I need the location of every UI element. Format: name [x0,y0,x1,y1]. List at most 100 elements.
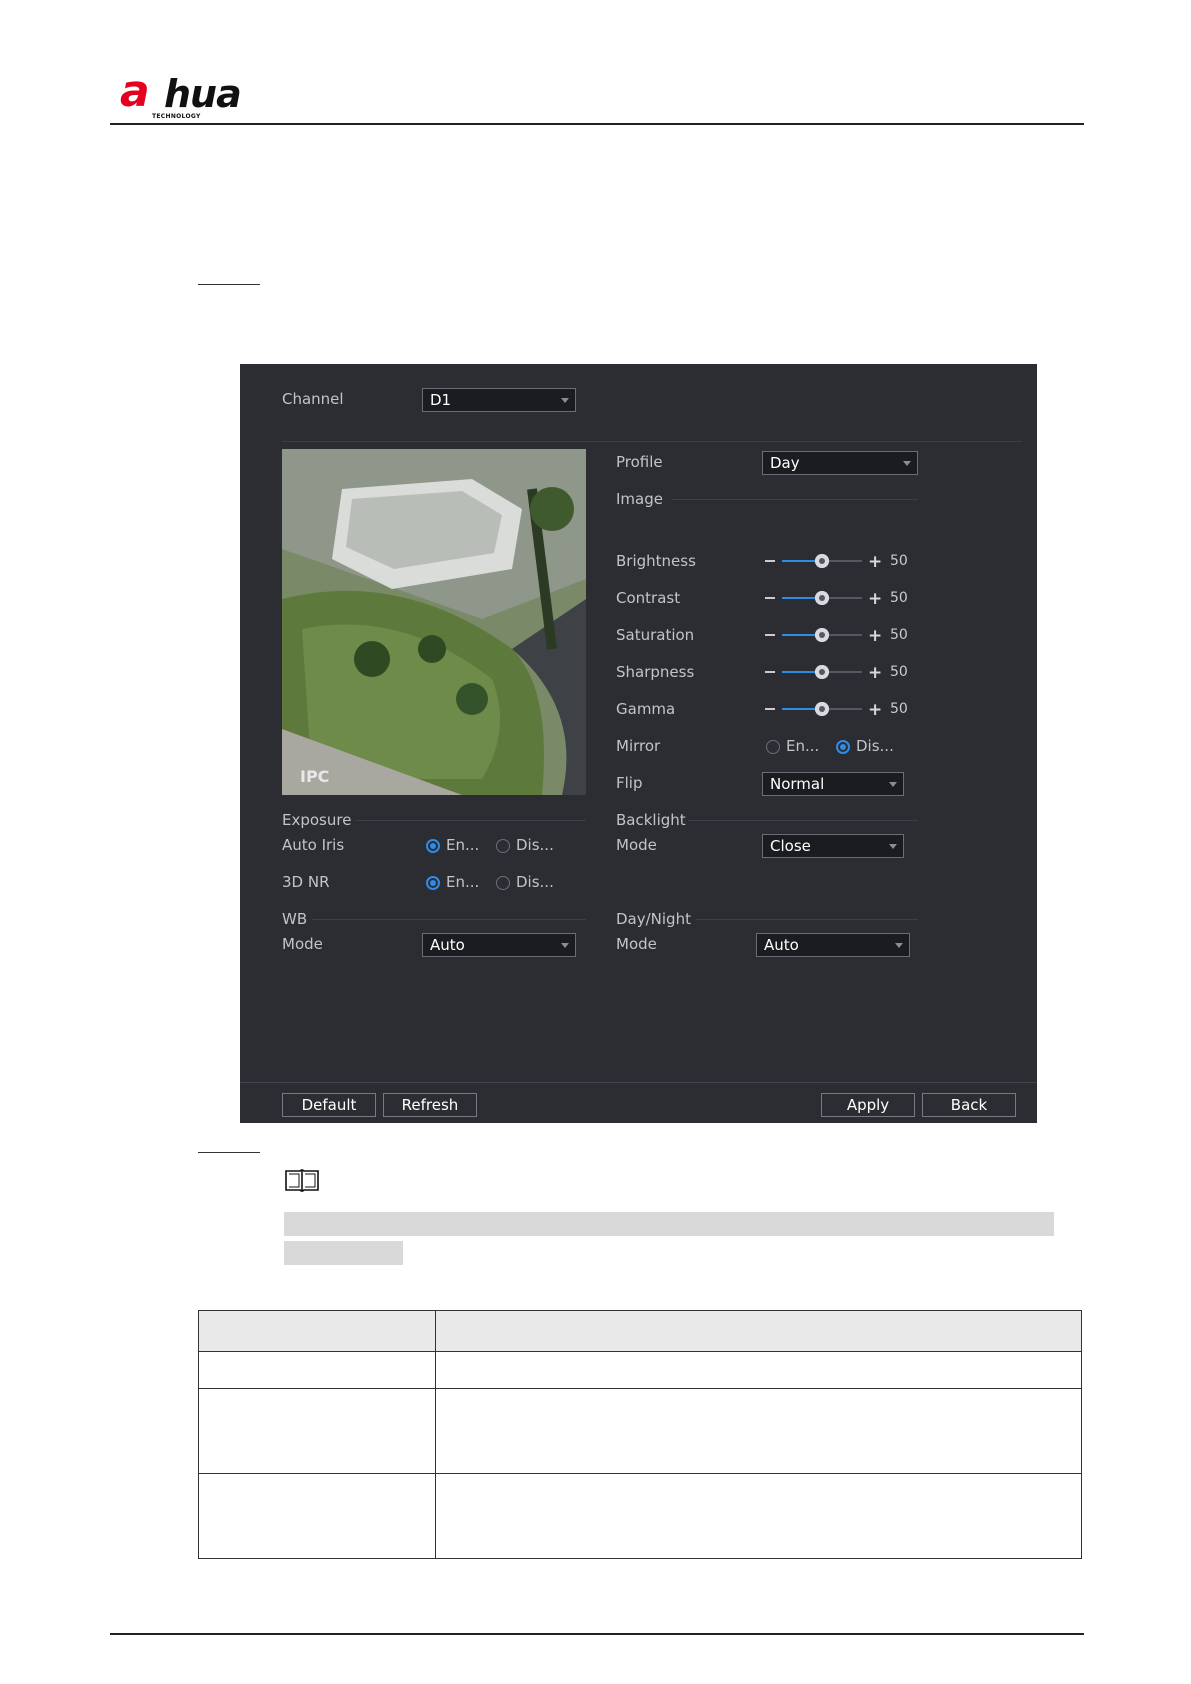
button-bar: Default Refresh Apply Back [240,1082,1037,1123]
image-settings-screen: Channel D1 IPC Profile Day Image Brightn… [240,364,1037,1123]
chevron-down-icon [895,943,903,948]
backlight-mode-value: Close [770,837,811,855]
contrast-value: 50 [890,590,908,606]
chevron-down-icon [889,844,897,849]
minus-icon[interactable] [765,634,775,636]
channel-label: Channel [282,390,344,408]
sharpness-value: 50 [890,664,908,680]
saturation-slider[interactable]: +50 [762,626,912,646]
daynight-section-line [696,919,918,920]
auto-iris-disable-label: Dis... [516,836,554,854]
parameter-table [198,1310,1082,1559]
flip-dropdown[interactable]: Normal [762,772,904,796]
3dnr-enable-radio[interactable] [426,876,440,890]
dahua-logo: a hua TECHNOLOGY [120,66,260,120]
logo-letter-a: a [120,66,150,117]
minus-icon[interactable] [765,708,775,710]
slider-handle[interactable] [815,554,829,568]
backlight-section-label: Backlight [616,811,686,829]
3dnr-disable-label: Dis... [516,873,554,891]
wb-mode-dropdown[interactable]: Auto [422,933,576,957]
mirror-disable-label: Dis... [856,737,894,755]
daynight-mode-value: Auto [764,936,799,954]
preview-overlay-label: IPC [300,767,330,786]
chevron-down-icon [903,461,911,466]
saturation-value: 50 [890,627,908,643]
plus-icon[interactable]: + [868,626,882,646]
channel-value: D1 [430,391,452,409]
daynight-mode-dropdown[interactable]: Auto [756,933,910,957]
logo-wordmark: hua [164,72,242,116]
image-section-line [672,499,918,500]
brightness-value: 50 [890,553,908,569]
wb-mode-label: Mode [282,935,323,953]
table-row [198,1351,1082,1389]
table-cell [435,1388,1082,1474]
plus-icon[interactable]: + [868,663,882,683]
wb-section-label: WB [282,910,308,928]
exposure-section-line [356,820,586,821]
plus-icon[interactable]: + [868,700,882,720]
auto-iris-disable-radio[interactable] [496,839,510,853]
backlight-mode-dropdown[interactable]: Close [762,834,904,858]
note-highlight-line-1 [284,1212,1054,1236]
image-section-label: Image [616,490,663,508]
logo-subtitle: TECHNOLOGY [152,113,201,120]
gamma-label: Gamma [616,700,676,718]
profile-dropdown[interactable]: Day [762,451,918,475]
brightness-label: Brightness [616,552,696,570]
backlight-mode-label: Mode [616,836,657,854]
sharpness-slider[interactable]: +50 [762,663,912,683]
header-rule [110,123,1084,125]
auto-iris-enable-label: En... [446,836,480,854]
flip-label: Flip [616,774,643,792]
flip-value: Normal [770,775,825,793]
preview-image [282,449,586,795]
table-cell [198,1351,436,1389]
table-row [198,1473,1082,1559]
mirror-disable-radio[interactable] [836,740,850,754]
gamma-slider[interactable]: +50 [762,700,912,720]
contrast-slider[interactable]: +50 [762,589,912,609]
backlight-section-line [688,820,918,821]
table-cell [435,1473,1082,1559]
top-separator [282,441,1022,442]
book-icon [284,1168,320,1194]
sharpness-label: Sharpness [616,663,695,681]
contrast-label: Contrast [616,589,681,607]
table-row [198,1388,1082,1474]
table-header-cell [198,1310,436,1352]
minus-icon[interactable] [765,671,775,673]
plus-icon[interactable]: + [868,589,882,609]
camera-preview: IPC [282,449,586,795]
step-marker-line [198,284,260,285]
apply-button[interactable]: Apply [821,1093,915,1117]
auto-iris-enable-radio[interactable] [426,839,440,853]
saturation-label: Saturation [616,626,695,644]
mirror-enable-radio[interactable] [766,740,780,754]
refresh-button[interactable]: Refresh [383,1093,477,1117]
plus-icon[interactable]: + [868,552,882,572]
slider-handle[interactable] [815,702,829,716]
3dnr-enable-label: En... [446,873,480,891]
channel-dropdown[interactable]: D1 [422,388,576,412]
back-button[interactable]: Back [922,1093,1016,1117]
default-button[interactable]: Default [282,1093,376,1117]
daynight-section-label: Day/Night [616,910,691,928]
exposure-section-label: Exposure [282,811,352,829]
minus-icon[interactable] [765,560,775,562]
note-highlight-line-2 [284,1241,403,1265]
table-header-cell [435,1310,1082,1352]
3dnr-label: 3D NR [282,873,330,891]
table-cell [435,1351,1082,1389]
slider-handle[interactable] [815,628,829,642]
chevron-down-icon [561,943,569,948]
table-cell [198,1473,436,1559]
slider-handle[interactable] [815,591,829,605]
mirror-enable-label: En... [786,737,820,755]
3dnr-disable-radio[interactable] [496,876,510,890]
minus-icon[interactable] [765,597,775,599]
brightness-slider[interactable]: +50 [762,552,912,572]
slider-handle[interactable] [815,665,829,679]
chevron-down-icon [889,782,897,787]
